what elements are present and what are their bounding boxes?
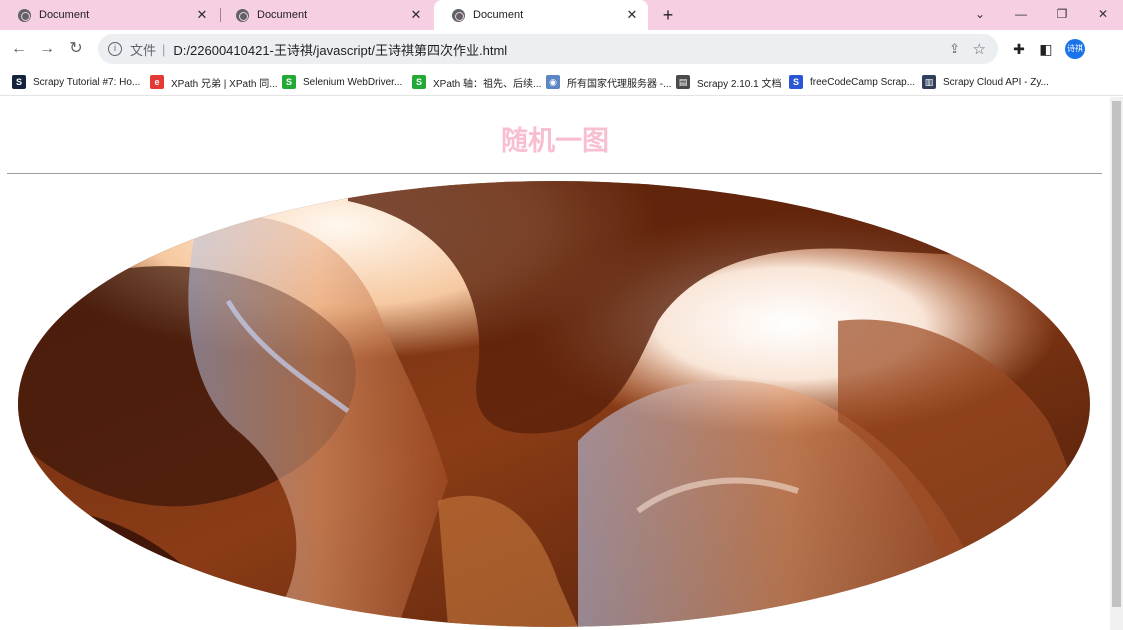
selenium-s-icon: S [412,75,426,89]
minimize-button[interactable]: — [1001,0,1041,30]
bookmark-item[interactable]: SfreeCodeCamp Scrap... [789,74,915,90]
tab-title: Document [257,9,308,21]
globe-icon [452,8,465,22]
restore-button[interactable]: ❐ [1042,0,1082,30]
page-viewport: 随机一图 [0,97,1110,630]
bookmark-item[interactable]: ▤ Scrapy 2.10.1 文档 [676,74,781,90]
selenium-s-icon: S [282,75,296,89]
back-button[interactable]: ← [8,38,30,60]
globe-icon: ◉ [546,75,560,89]
vertical-scrollbar[interactable] [1110,97,1123,630]
tab-document-active[interactable]: Document ✕ [434,0,648,30]
close-icon[interactable]: ✕ [622,7,642,23]
scrollbar-thumb[interactable] [1112,101,1121,607]
bookmark-item[interactable]: S Selenium WebDriver... [282,74,402,90]
scrapy-tutorial-icon: S [12,75,26,89]
tab-strip: Document ✕ Document ✕ Document ✕ + ⌄ — ❐… [0,0,1123,30]
bookmark-label: Scrapy Cloud API - Zy... [943,76,1049,88]
avatar[interactable]: 诗祺 [1065,39,1085,59]
bookmark-label: Selenium WebDriver... [303,76,403,88]
tab-document-1[interactable]: Document ✕ [0,0,218,30]
horizontal-rule [7,173,1102,174]
share-icon[interactable]: ⇪ [949,41,960,57]
tab-document-2[interactable]: Document ✕ [218,0,432,30]
docs-icon: ▤ [676,75,690,89]
xpath-brand-icon: e [150,75,164,89]
forward-button[interactable]: → [36,38,58,60]
bookmark-label: XPath 兄弟 | XPath 同... [171,78,278,90]
info-icon[interactable]: i [108,42,122,56]
address-toolbar: ← → ↻ i 文件 | D:/22600410421-王诗祺/javascri… [0,30,1123,68]
bookmark-item[interactable]: S XPath 轴：祖先、后续... [412,74,541,90]
globe-icon [18,8,31,22]
reload-button[interactable]: ↻ [65,38,87,60]
side-panel-icon[interactable]: ◧ [1035,38,1057,60]
bookmark-star-icon[interactable]: ☆ [973,40,986,58]
bookmark-item[interactable]: e XPath 兄弟 | XPath 同... [150,74,278,90]
close-icon[interactable]: ✕ [192,7,212,23]
url-text[interactable]: D:/22600410421-王诗祺/javascript/王诗祺第四次作业.h… [173,40,507,59]
bookmark-label: freeCodeCamp Scrap... [810,76,916,88]
globe-icon [236,8,249,22]
bookmark-label: XPath 轴：祖先、后续... [433,78,542,90]
separator: | [162,41,166,57]
tab-search-chevron-icon[interactable]: ⌄ [960,0,1000,30]
tab-title: Document [473,9,524,21]
freecodecamp-icon: S [789,75,803,89]
page-title: 随机一图 [501,126,609,156]
bookmark-item[interactable]: S Scrapy Tutorial #7: Ho... [12,74,140,90]
new-tab-button[interactable]: + [658,4,678,26]
bookmark-label: Scrapy Tutorial #7: Ho... [33,76,141,88]
scheme-label: 文件 [130,42,157,58]
bookmark-label: 所有国家代理服务器 -... [567,78,672,90]
bookmark-label: Scrapy 2.10.1 文档 [697,78,782,90]
chart-icon: ▥ [922,75,936,89]
canyon-image [18,181,1090,627]
close-icon[interactable]: ✕ [406,7,426,23]
bookmark-item[interactable]: ▥ Scrapy Cloud API - Zy... [922,74,1049,90]
close-window-button[interactable]: ✕ [1083,0,1123,30]
extensions-puzzle-icon[interactable]: ✚ [1008,38,1030,60]
tab-title: Document [39,9,90,21]
address-bar[interactable]: i 文件 | D:/22600410421-王诗祺/javascript/王诗祺… [98,34,998,64]
bookmarks-bar: S Scrapy Tutorial #7: Ho... e XPath 兄弟 | XP… [0,68,1123,96]
bookmark-item[interactable]: ◉ 所有国家代理服务器 -... [546,74,671,90]
canyon-photo [18,181,1090,627]
